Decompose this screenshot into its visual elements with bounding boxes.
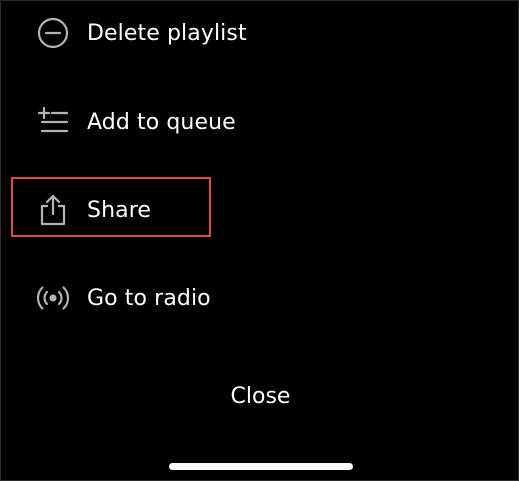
home-indicator[interactable] — [169, 463, 353, 470]
add-to-queue-icon — [35, 104, 71, 140]
share-label: Share — [87, 197, 151, 223]
close-button[interactable]: Close — [1, 377, 519, 417]
share-icon — [35, 192, 71, 228]
add-to-queue-label: Add to queue — [87, 109, 236, 135]
add-to-queue-item[interactable]: Add to queue — [35, 98, 236, 146]
minus-circle-icon — [35, 15, 71, 51]
share-item[interactable]: Share — [35, 186, 151, 234]
delete-playlist-item[interactable]: Delete playlist — [35, 9, 247, 57]
go-to-radio-item[interactable]: Go to radio — [35, 274, 211, 322]
radio-icon — [35, 280, 71, 316]
context-menu-sheet: Delete playlist Add to queue Share Go to… — [0, 0, 519, 481]
go-to-radio-label: Go to radio — [87, 285, 211, 311]
delete-playlist-label: Delete playlist — [87, 20, 247, 46]
